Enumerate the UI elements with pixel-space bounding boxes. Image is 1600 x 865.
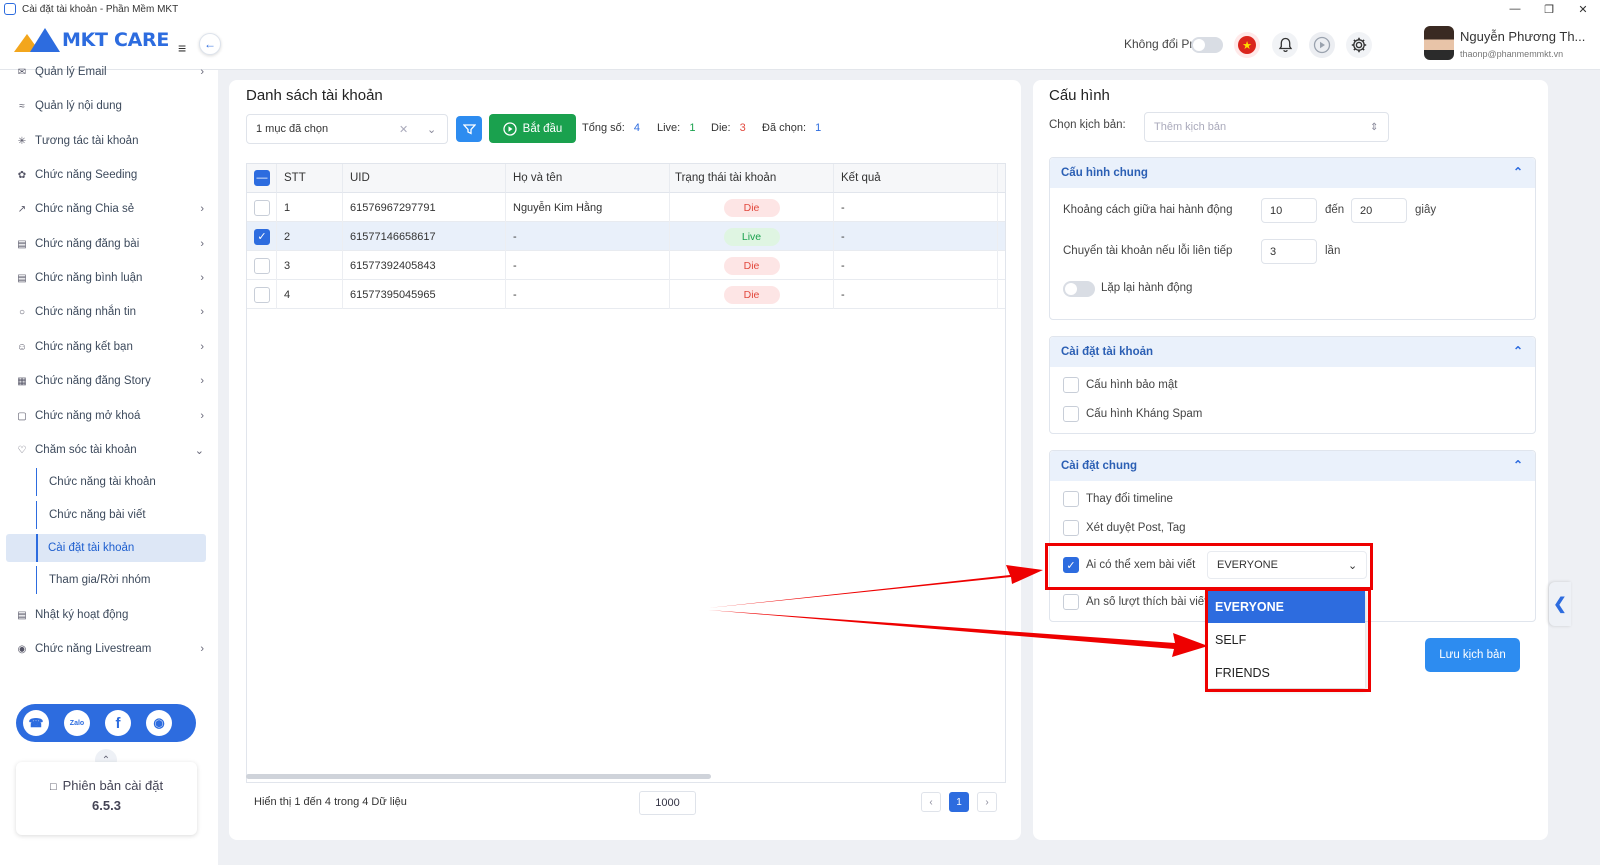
annotation-arrow [708, 610, 1208, 657]
annotation-arrow [708, 565, 1043, 608]
annotation-arrows [708, 565, 1208, 657]
chevron-left-icon: ❮ [1553, 596, 1567, 613]
edge-collapse-tab[interactable]: ❮ [1549, 582, 1571, 626]
